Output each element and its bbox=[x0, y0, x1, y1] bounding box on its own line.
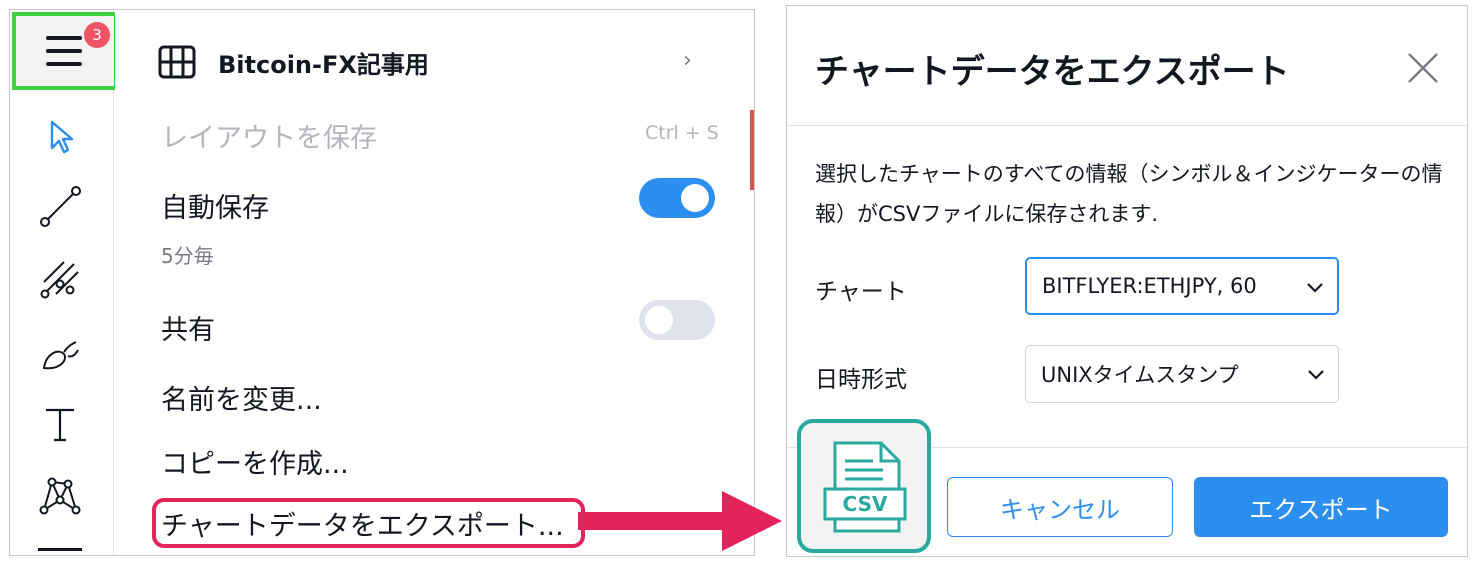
chart-label: チャート bbox=[815, 279, 907, 305]
close-icon[interactable] bbox=[1405, 50, 1441, 86]
main-menu-button[interactable]: 3 bbox=[12, 12, 118, 90]
layout-name: Bitcoin-FX記事用 bbox=[218, 50, 429, 79]
grid-icon bbox=[158, 45, 196, 79]
datetime-label: 日時形式 bbox=[815, 367, 907, 393]
chart-menu-panel: 3 Bitcoin-FX記事用 › レイアウトを保存 Ctrl + S 自動保存… bbox=[9, 9, 755, 556]
chevron-down-icon bbox=[1307, 283, 1323, 293]
header-divider bbox=[787, 125, 1467, 126]
main-menu: Bitcoin-FX記事用 › レイアウトを保存 Ctrl + S 自動保存 5… bbox=[115, 10, 754, 555]
hamburger-icon bbox=[46, 36, 82, 66]
notification-badge: 3 bbox=[84, 22, 110, 48]
drawing-toolbar: 3 bbox=[10, 10, 118, 555]
datetime-select[interactable]: UNIXタイムスタンプ bbox=[1025, 345, 1339, 403]
export-item-highlight bbox=[152, 498, 585, 548]
chevron-right-icon: › bbox=[683, 48, 692, 73]
rename-item[interactable]: 名前を変更... bbox=[161, 378, 322, 417]
pitchfork-icon[interactable] bbox=[38, 256, 82, 300]
cancel-button[interactable]: キャンセル bbox=[947, 477, 1173, 537]
save-shortcut: Ctrl + S bbox=[645, 122, 719, 144]
text-icon[interactable] bbox=[38, 402, 82, 446]
chart-select-value: BITFLYER:ETHJPY, 60 bbox=[1042, 274, 1257, 298]
dialog-title: チャートデータをエクスポート bbox=[815, 52, 1290, 92]
autosave-label: 自動保存 bbox=[161, 193, 269, 224]
callout-arrow-head bbox=[722, 491, 782, 551]
csv-file-icon: CSV bbox=[823, 441, 907, 533]
csv-label: CSV bbox=[843, 492, 888, 516]
save-layout-item[interactable]: レイアウトを保存 bbox=[161, 116, 377, 155]
more-tools-edge bbox=[38, 548, 82, 551]
dialog-description: 選択したチャートのすべての情報（シンボル＆インジケーターの情報）がCSVファイル… bbox=[815, 162, 1443, 226]
datetime-select-value: UNIXタイムスタンプ bbox=[1041, 363, 1239, 387]
chart-edge-strip bbox=[750, 110, 754, 190]
pattern-icon[interactable] bbox=[38, 472, 82, 516]
chart-select[interactable]: BITFLYER:ETHJPY, 60 bbox=[1025, 257, 1339, 315]
csv-file-badge: CSV bbox=[797, 419, 931, 553]
layout-name-item[interactable]: Bitcoin-FX記事用 bbox=[158, 42, 429, 82]
make-copy-item[interactable]: コピーを作成... bbox=[161, 442, 349, 481]
callout-arrow-shaft bbox=[578, 512, 728, 530]
autosave-toggle[interactable] bbox=[639, 178, 715, 218]
chevron-down-icon bbox=[1308, 370, 1324, 380]
share-toggle[interactable] bbox=[639, 300, 715, 340]
autosave-interval: 5分毎 bbox=[161, 244, 214, 268]
share-label: 共有 bbox=[161, 315, 215, 346]
export-dialog: チャートデータをエクスポート 選択したチャートのすべての情報（シンボル＆インジケ… bbox=[786, 5, 1468, 557]
cursor-icon[interactable] bbox=[38, 114, 82, 158]
trend-line-icon[interactable] bbox=[38, 184, 82, 228]
brush-icon[interactable] bbox=[38, 332, 82, 376]
export-button[interactable]: エクスポート bbox=[1194, 477, 1448, 537]
